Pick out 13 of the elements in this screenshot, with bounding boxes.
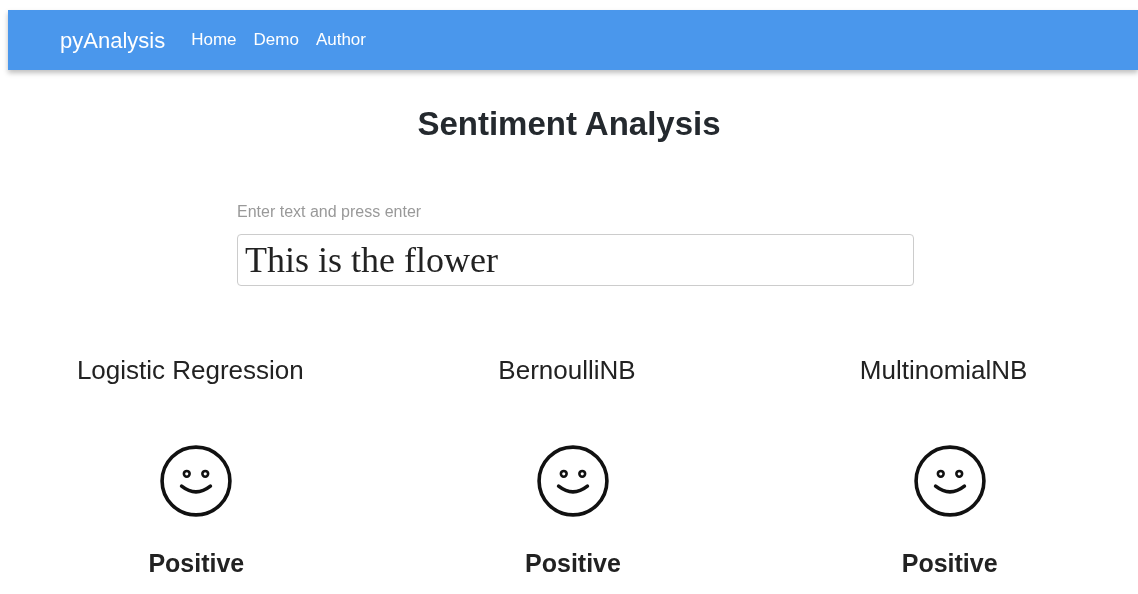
- nav-link[interactable]: Author: [315, 27, 366, 53]
- brand-link[interactable]: pyAnalysis: [60, 23, 166, 57]
- sentiment-label: Positive: [525, 548, 621, 578]
- input-label: Enter text and press enter: [237, 202, 423, 222]
- sentiment-label: Positive: [901, 548, 998, 578]
- sentiment-label: Positive: [148, 548, 245, 578]
- nav-link[interactable]: Demo: [253, 27, 299, 53]
- nav-link[interactable]: Home: [191, 27, 237, 53]
- model-name: BernoulliNB: [498, 354, 636, 386]
- model-name: MultinomialNB: [859, 354, 1028, 386]
- text-input[interactable]: This is the flower: [237, 234, 914, 286]
- page-title: Sentiment Analysis: [416, 104, 722, 144]
- model-name: Logistic Regression: [76, 354, 304, 386]
